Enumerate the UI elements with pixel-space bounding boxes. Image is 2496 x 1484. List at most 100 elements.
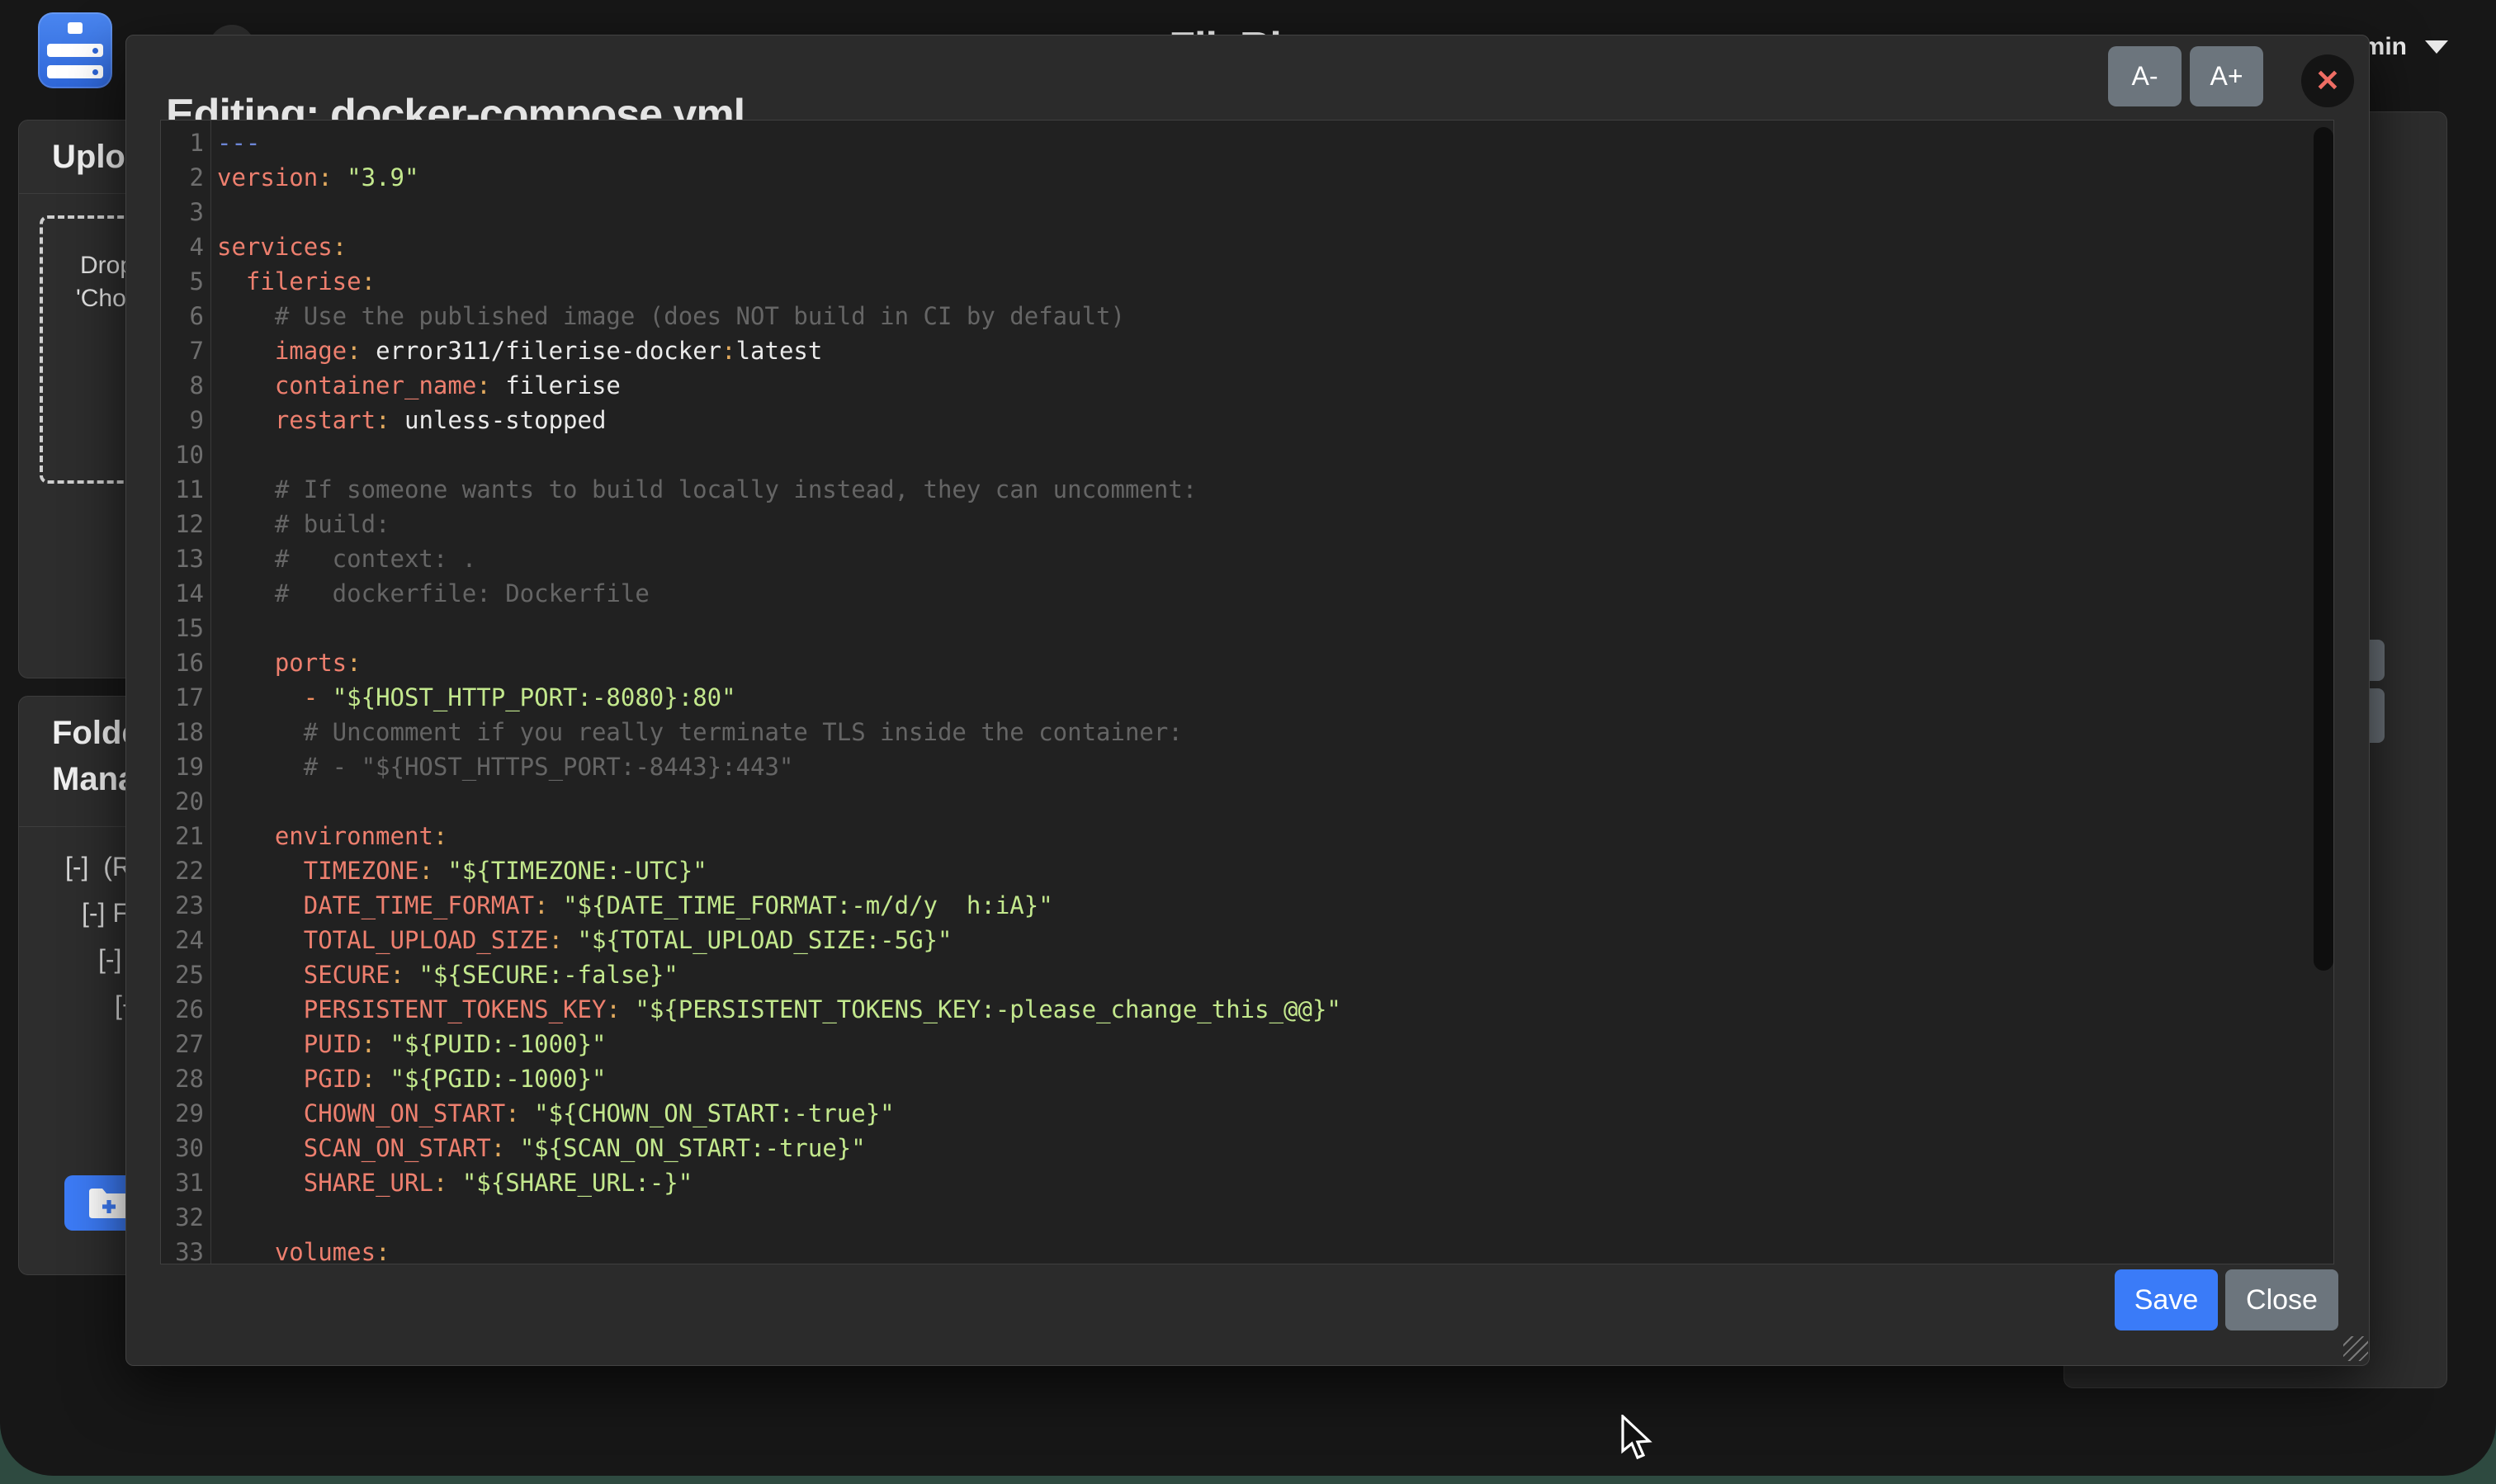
- code-text: PERSISTENT_TOKENS_KEY: "${PERSISTENT_TOK…: [217, 992, 1341, 1027]
- code-text: # - "${HOST_HTTPS_PORT:-8443}:443": [217, 749, 793, 784]
- folder-tree-item[interactable]: [-] (R: [65, 852, 131, 882]
- code-line[interactable]: 23 DATE_TIME_FORMAT: "${DATE_TIME_FORMAT…: [161, 888, 2333, 923]
- folder-plus-icon: [87, 1187, 130, 1220]
- line-number: 5: [161, 264, 204, 299]
- code-line[interactable]: 1 ---: [161, 125, 2333, 160]
- code-text: # build:: [217, 507, 390, 541]
- code-line[interactable]: 4 services:: [161, 229, 2333, 264]
- line-number: 26: [161, 992, 204, 1027]
- code-text: CHOWN_ON_START: "${CHOWN_ON_START:-true}…: [217, 1096, 895, 1131]
- resize-handle[interactable]: [2343, 1336, 2368, 1361]
- screen: FileRise min Uplo Drop 'Cho Folde Mana […: [0, 0, 2496, 1484]
- line-number: 33: [161, 1235, 204, 1264]
- code-text: # If someone wants to build locally inst…: [217, 472, 1197, 507]
- line-number: 10: [161, 437, 204, 472]
- code-line[interactable]: 19 # - "${HOST_HTTPS_PORT:-8443}:443": [161, 749, 2333, 784]
- code-line[interactable]: 12 # build:: [161, 507, 2333, 541]
- code-line[interactable]: 31 SHARE_URL: "${SHARE_URL:-}": [161, 1165, 2333, 1200]
- font-decrease-button[interactable]: A-: [2108, 46, 2182, 106]
- code-line[interactable]: 3: [161, 195, 2333, 229]
- code-line[interactable]: 25 SECURE: "${SECURE:-false}": [161, 957, 2333, 992]
- code-line[interactable]: 26 PERSISTENT_TOKENS_KEY: "${PERSISTENT_…: [161, 992, 2333, 1027]
- code-text: environment:: [217, 819, 447, 853]
- code-text: restart: unless-stopped: [217, 403, 606, 437]
- code-line[interactable]: 17 - "${HOST_HTTP_PORT:-8080}:80": [161, 680, 2333, 715]
- mouse-cursor: [1619, 1415, 1652, 1463]
- code-text: # dockerfile: Dockerfile: [217, 576, 650, 611]
- line-number: 11: [161, 472, 204, 507]
- line-number: 4: [161, 229, 204, 264]
- line-number: 29: [161, 1096, 204, 1131]
- code-line[interactable]: 2version: "3.9": [161, 160, 2333, 195]
- code-text: PGID: "${PGID:-1000}": [217, 1061, 606, 1096]
- folder-tree-item[interactable]: [-]: [98, 944, 121, 975]
- code-text: filerise:: [217, 264, 376, 299]
- line-number: 17: [161, 680, 204, 715]
- font-increase-button[interactable]: A+: [2190, 46, 2263, 106]
- line-number: 2: [161, 160, 204, 195]
- code-text: DATE_TIME_FORMAT: "${DATE_TIME_FORMAT:-m…: [217, 888, 1053, 923]
- code-editor[interactable]: 1---2version: "3.9"34services:5 filerise…: [160, 120, 2334, 1264]
- line-number: 32: [161, 1200, 204, 1235]
- code-line[interactable]: 21 environment:: [161, 819, 2333, 853]
- line-number: 9: [161, 403, 204, 437]
- code-line[interactable]: 6 # Use the published image (does NOT bu…: [161, 299, 2333, 333]
- line-number: 19: [161, 749, 204, 784]
- code-line[interactable]: 14 # dockerfile: Dockerfile: [161, 576, 2333, 611]
- line-number: 27: [161, 1027, 204, 1061]
- user-menu[interactable]: min: [2363, 33, 2448, 61]
- code-text: # Uncomment if you really terminate TLS …: [217, 715, 1183, 749]
- code-line[interactable]: 11 # If someone wants to build locally i…: [161, 472, 2333, 507]
- code-text: PUID: "${PUID:-1000}": [217, 1027, 606, 1061]
- save-button[interactable]: Save: [2115, 1269, 2218, 1330]
- code-text: ---: [217, 125, 260, 160]
- code-line[interactable]: 16 ports:: [161, 645, 2333, 680]
- line-number: 24: [161, 923, 204, 957]
- code-text: image: error311/filerise-docker:latest: [217, 333, 822, 368]
- code-line[interactable]: 27 PUID: "${PUID:-1000}": [161, 1027, 2333, 1061]
- line-number: 14: [161, 576, 204, 611]
- code-line[interactable]: 22 TIMEZONE: "${TIMEZONE:-UTC}": [161, 853, 2333, 888]
- close-icon[interactable]: ✕: [2301, 54, 2354, 107]
- code-text: SCAN_ON_START: "${SCAN_ON_START:-true}": [217, 1131, 866, 1165]
- code-line[interactable]: 29 CHOWN_ON_START: "${CHOWN_ON_START:-tr…: [161, 1096, 2333, 1131]
- line-number: 6: [161, 299, 204, 333]
- line-number: 21: [161, 819, 204, 853]
- line-number: 12: [161, 507, 204, 541]
- line-number: 7: [161, 333, 204, 368]
- code-text: - "${HOST_HTTP_PORT:-8080}:80": [217, 680, 736, 715]
- code-line[interactable]: 28 PGID: "${PGID:-1000}": [161, 1061, 2333, 1096]
- code-text: TIMEZONE: "${TIMEZONE:-UTC}": [217, 853, 707, 888]
- dropzone-text: 'Cho: [76, 285, 126, 313]
- code-line[interactable]: 24 TOTAL_UPLOAD_SIZE: "${TOTAL_UPLOAD_SI…: [161, 923, 2333, 957]
- code-line[interactable]: 20: [161, 784, 2333, 819]
- code-text: services:: [217, 229, 347, 264]
- editor-scrollbar-thumb[interactable]: [2314, 127, 2333, 971]
- code-line[interactable]: 7 image: error311/filerise-docker:latest: [161, 333, 2333, 368]
- code-text: volumes:: [217, 1235, 390, 1264]
- folder-tree-item[interactable]: [-] F: [82, 898, 129, 929]
- line-number: 1: [161, 125, 204, 160]
- folder-card-title: Mana: [52, 761, 136, 798]
- code-text: # Use the published image (does NOT buil…: [217, 299, 1125, 333]
- code-line[interactable]: 9 restart: unless-stopped: [161, 403, 2333, 437]
- code-line[interactable]: 32: [161, 1200, 2333, 1235]
- line-number: 23: [161, 888, 204, 923]
- code-line[interactable]: 5 filerise:: [161, 264, 2333, 299]
- code-line[interactable]: 10: [161, 437, 2333, 472]
- close-button[interactable]: Close: [2225, 1269, 2338, 1330]
- code-text: # context: .: [217, 541, 476, 576]
- code-text: SECURE: "${SECURE:-false}": [217, 957, 678, 992]
- edit-file-modal: Editing: docker-compose.yml A- A+ ✕ 1---…: [125, 35, 2370, 1366]
- code-text: TOTAL_UPLOAD_SIZE: "${TOTAL_UPLOAD_SIZE:…: [217, 923, 952, 957]
- code-line[interactable]: 18 # Uncomment if you really terminate T…: [161, 715, 2333, 749]
- code-line[interactable]: 8 container_name: filerise: [161, 368, 2333, 403]
- code-line[interactable]: 30 SCAN_ON_START: "${SCAN_ON_START:-true…: [161, 1131, 2333, 1165]
- code-line[interactable]: 15: [161, 611, 2333, 645]
- line-number: 22: [161, 853, 204, 888]
- line-number: 15: [161, 611, 204, 645]
- code-line[interactable]: 13 # context: .: [161, 541, 2333, 576]
- line-number: 18: [161, 715, 204, 749]
- code-text: SHARE_URL: "${SHARE_URL:-}": [217, 1165, 693, 1200]
- code-line[interactable]: 33 volumes:: [161, 1235, 2333, 1264]
